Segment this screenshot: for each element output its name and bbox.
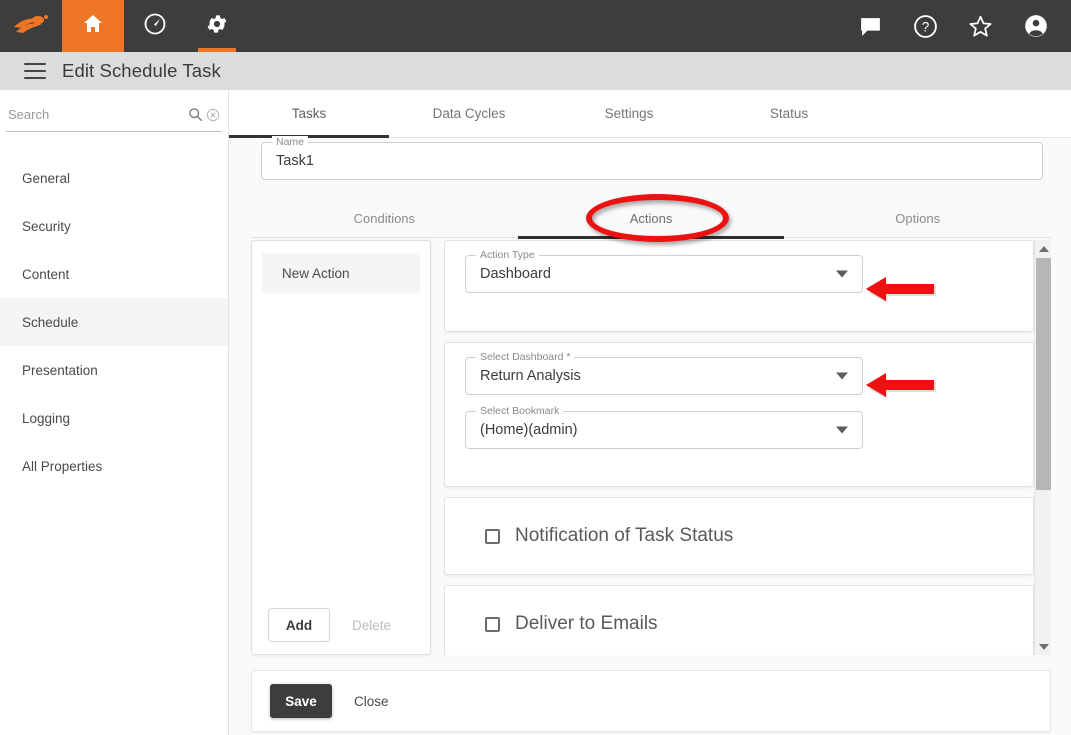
save-button[interactable]: Save	[270, 684, 332, 718]
tab-status[interactable]: Status	[709, 90, 869, 138]
scroll-up-arrow-icon[interactable]	[1035, 240, 1052, 257]
svg-text:?: ?	[922, 19, 930, 34]
deliver-emails-card: Deliver to Emails	[444, 585, 1034, 655]
tab-tasks[interactable]: Tasks	[229, 90, 389, 138]
deliver-checkbox-row[interactable]: Deliver to Emails	[445, 586, 1033, 655]
scroll-down-arrow-icon[interactable]	[1035, 638, 1052, 655]
sidebar-item-content[interactable]: Content	[0, 250, 228, 298]
sidebar-item-label: All Properties	[22, 458, 103, 474]
action-type-field[interactable]: Action Type Dashboard	[465, 249, 863, 293]
close-button[interactable]: Close	[342, 686, 401, 717]
nav-right-group: ?	[858, 0, 1071, 52]
hamburger-icon[interactable]	[24, 63, 46, 79]
sidebar-nav-list: General Security Content Schedule Presen…	[0, 154, 228, 490]
sub-tab-bar: Conditions Actions Options	[251, 200, 1051, 239]
subtab-label: Actions	[629, 210, 673, 226]
star-icon[interactable]	[968, 14, 993, 39]
tab-settings[interactable]: Settings	[549, 90, 709, 138]
select-dashboard-value: Return Analysis	[480, 368, 581, 384]
subtab-options[interactable]: Options	[784, 200, 1051, 238]
delete-button: Delete	[346, 617, 397, 634]
main-content: Tasks Data Cycles Settings Status Name T…	[229, 90, 1071, 735]
sidebar-item-label: Logging	[22, 410, 71, 426]
tab-label: Tasks	[291, 105, 327, 121]
list-item[interactable]: New Action	[262, 253, 420, 293]
search-input[interactable]	[6, 107, 186, 122]
chat-icon[interactable]	[858, 14, 883, 39]
action-list-buttons: Add Delete	[252, 608, 430, 642]
action-type-card: Action Type Dashboard	[444, 240, 1034, 332]
help-icon[interactable]: ?	[913, 14, 938, 39]
tab-label: Data Cycles	[432, 105, 506, 121]
footer-action-bar: Save Close	[251, 670, 1051, 732]
page-header: Edit Schedule Task	[0, 52, 1071, 90]
page-title: Edit Schedule Task	[62, 60, 221, 81]
tab-data-cycles[interactable]: Data Cycles	[389, 90, 549, 138]
app-logo[interactable]	[0, 0, 62, 52]
notification-checkbox-row[interactable]: Notification of Task Status	[445, 498, 1033, 574]
subtab-label: Options	[895, 210, 941, 226]
chevron-down-icon[interactable]	[836, 372, 848, 380]
top-navigation-bar: ?	[0, 0, 1071, 52]
notification-card: Notification of Task Status	[444, 497, 1034, 575]
sidebar-item-logging[interactable]: Logging	[0, 394, 228, 442]
sidebar-item-label: Security	[22, 218, 71, 234]
sidebar-item-presentation[interactable]: Presentation	[0, 346, 228, 394]
action-detail-panel: Action Type Dashboard Select Dashboard *…	[444, 240, 1034, 655]
gear-icon	[205, 12, 229, 41]
subtab-conditions[interactable]: Conditions	[251, 200, 518, 238]
checkbox-icon[interactable]	[485, 528, 500, 544]
subtab-actions[interactable]: Actions	[517, 200, 785, 239]
sidebar-item-all-properties[interactable]: All Properties	[0, 442, 228, 490]
sidebar-item-label: Presentation	[22, 362, 98, 378]
name-field-value: Task1	[276, 153, 314, 169]
tab-label: Settings	[604, 105, 654, 121]
sidebar-item-security[interactable]: Security	[0, 202, 228, 250]
search-icon[interactable]	[186, 107, 204, 122]
notification-checkbox-label: Notification of Task Status	[515, 525, 734, 546]
top-tab-bar: Tasks Data Cycles Settings Status	[229, 90, 1071, 138]
sidebar-item-label: General	[22, 170, 71, 186]
actions-area: New Action Add Delete Action Type Dashbo…	[251, 240, 1051, 660]
sidebar-item-general[interactable]: General	[0, 154, 228, 202]
clear-circle-icon[interactable]	[204, 108, 222, 122]
add-button[interactable]: Add	[268, 608, 330, 642]
search-row	[6, 98, 222, 132]
nav-item-monitor[interactable]	[124, 0, 186, 52]
name-field[interactable]: Name Task1	[261, 136, 1043, 180]
select-bookmark-field[interactable]: Select Bookmark (Home)(admin)	[465, 405, 863, 449]
name-field-wrapper: Name Task1	[261, 136, 1043, 180]
account-icon[interactable]	[1023, 13, 1049, 39]
sidebar-item-label: Schedule	[22, 314, 79, 330]
action-list-panel: New Action Add Delete	[251, 240, 431, 655]
sidebar: General Security Content Schedule Presen…	[0, 90, 229, 735]
chevron-down-icon[interactable]	[836, 426, 848, 434]
home-icon	[81, 12, 105, 41]
sidebar-item-label: Content	[22, 266, 70, 282]
select-dashboard-field[interactable]: Select Dashboard * Return Analysis	[465, 351, 863, 395]
chevron-down-icon[interactable]	[836, 270, 848, 278]
vertical-scrollbar[interactable]	[1034, 240, 1051, 655]
checkbox-icon[interactable]	[485, 616, 500, 632]
action-list-item-label: New Action	[282, 265, 350, 281]
dashboard-selection-card: Select Dashboard * Return Analysis Selec…	[444, 342, 1034, 487]
sidebar-item-schedule[interactable]: Schedule	[0, 298, 228, 346]
gauge-icon	[143, 12, 167, 41]
scrollbar-thumb[interactable]	[1036, 258, 1051, 490]
deliver-checkbox-label: Deliver to Emails	[515, 613, 658, 634]
select-bookmark-value: (Home)(admin)	[480, 422, 578, 438]
subtab-label: Conditions	[353, 210, 416, 226]
nav-item-home[interactable]	[62, 0, 124, 52]
nav-item-settings[interactable]	[186, 0, 248, 52]
tab-label: Status	[769, 105, 809, 121]
action-type-value: Dashboard	[480, 266, 551, 282]
comet-logo-icon	[12, 11, 50, 42]
